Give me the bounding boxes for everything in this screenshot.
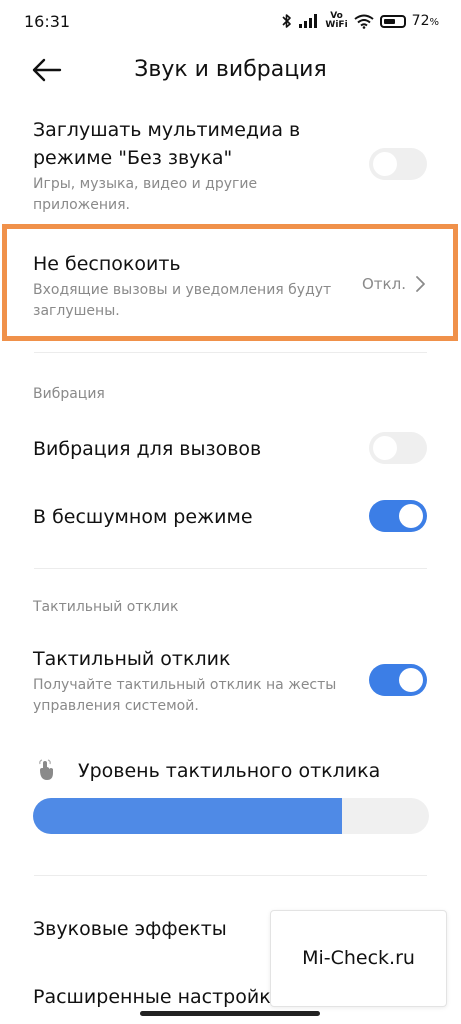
toggle-knob (373, 152, 397, 176)
sound-effects-item[interactable]: Звуковые эффекты (33, 915, 227, 943)
dnd-sub-1: Входящие вызовы и уведомления будут (33, 282, 332, 298)
vowifi-icon: Vo WiFi (325, 11, 348, 30)
mute-media-title-2: режиме "Без звука" (33, 147, 233, 169)
watermark-box: Mi-Check.ru (270, 910, 447, 1007)
slider-fill (33, 798, 342, 834)
divider (34, 875, 427, 876)
toggle-knob (373, 436, 397, 460)
haptic-level-title: Уровень тактильного отклика (78, 760, 381, 782)
signal-icon (299, 14, 319, 28)
bluetooth-icon (281, 13, 293, 29)
haptic-level-slider[interactable] (33, 798, 429, 834)
wifi-icon (354, 14, 374, 29)
battery-percent: 72% (411, 13, 439, 29)
vibrate-silent-toggle[interactable] (369, 500, 427, 532)
advanced-settings-item[interactable]: Расширенные настройки (33, 983, 283, 1011)
haptic-sub-2: управления системой. (33, 698, 199, 714)
battery-fill (383, 18, 396, 24)
vibrate-calls-title[interactable]: Вибрация для вызовов (33, 435, 261, 463)
toggle-knob (399, 504, 423, 528)
haptic-title: Тактильный отклик (33, 648, 231, 670)
divider (34, 568, 427, 569)
mute-media-sub-2: приложения. (33, 197, 131, 213)
dnd-value: Откл. (362, 275, 406, 293)
chevron-right-icon (414, 275, 426, 297)
dnd-row[interactable]: Не беспокоить Входящие вызовы и уведомле… (33, 250, 373, 322)
haptic-row[interactable]: Тактильный отклик Получайте тактильный о… (33, 645, 363, 717)
haptic-sub-1: Получайте тактильный отклик на жесты (33, 677, 337, 693)
section-haptic: Тактильный отклик (33, 599, 179, 615)
mute-media-sub-1: Игры, музыка, видео и другие (33, 176, 258, 192)
dnd-sub-2: заглушены. (33, 303, 120, 319)
watermark-text: Mi-Check.ru (302, 947, 415, 969)
vibrate-calls-toggle[interactable] (369, 432, 427, 464)
mute-media-row[interactable]: Заглушать мультимедиа в режиме "Без звук… (33, 116, 353, 216)
battery-icon (379, 14, 406, 28)
status-icons: Vo WiFi 72% (281, 12, 439, 30)
home-indicator[interactable] (140, 1011, 320, 1016)
tap-hand-icon (34, 758, 58, 786)
page-title: Звук и вибрация (134, 57, 327, 82)
dnd-title: Не беспокоить (33, 253, 181, 275)
mute-media-title-1: Заглушать мультимедиа в (33, 119, 301, 141)
vibrate-silent-title[interactable]: В бесшумном режиме (33, 503, 253, 531)
divider (34, 352, 427, 353)
status-time: 16:31 (24, 12, 71, 31)
toggle-knob (399, 668, 423, 692)
mute-media-toggle[interactable] (369, 148, 427, 180)
section-vibration: Вибрация (33, 386, 105, 402)
haptic-toggle[interactable] (369, 664, 427, 696)
